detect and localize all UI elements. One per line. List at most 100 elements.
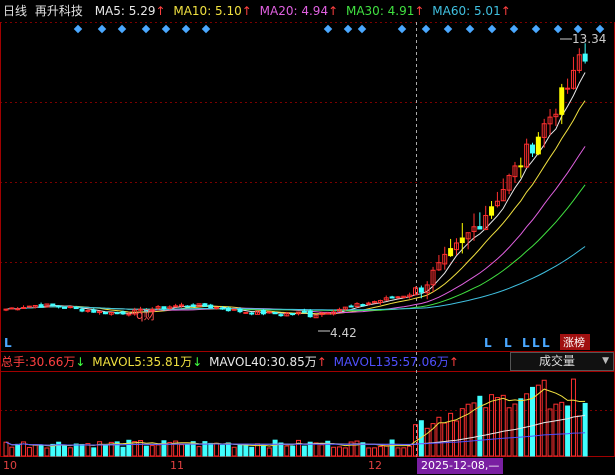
volume-bar [535, 384, 541, 457]
candle-body [85, 309, 91, 312]
volume-bar [132, 441, 138, 457]
volume-bar [524, 393, 530, 457]
candle-body [360, 304, 366, 307]
total-volume: 总手: 30.66万↓ [1, 353, 85, 371]
candle-body [477, 226, 483, 230]
volume-bar [196, 446, 202, 457]
volume-bar [331, 446, 337, 457]
candle-body [114, 312, 120, 315]
low-price-label: 4.42 [330, 326, 357, 340]
candle-body [582, 53, 588, 62]
volume-bar [442, 422, 448, 457]
candle-body [418, 287, 424, 293]
diamond-marker [343, 24, 353, 34]
volume-bar [500, 394, 506, 457]
volume-bar [243, 444, 249, 457]
diamond-marker [509, 24, 519, 34]
volume-bar [15, 443, 21, 457]
volume-bar [62, 444, 67, 457]
candle-body [15, 308, 21, 311]
diamond-marker [73, 24, 83, 34]
volume-bar [266, 447, 272, 457]
volume-bar [26, 446, 32, 457]
volume-bar [32, 444, 38, 457]
diamond-marker [117, 24, 127, 34]
candle-body [559, 87, 565, 115]
candle-body [190, 304, 196, 308]
zhangbang-label: 涨榜 [563, 335, 585, 349]
indicator-dropdown[interactable]: 成交量 ▼ [510, 352, 614, 371]
candle-body [120, 311, 126, 315]
volume-bar [126, 439, 132, 457]
volume-bar [155, 444, 161, 457]
ma5-line [5, 72, 586, 315]
diamond-marker [465, 24, 475, 34]
candle-body [3, 308, 9, 311]
diamond-marker [531, 24, 541, 34]
candle-body [459, 237, 465, 244]
volume-bar [290, 445, 296, 457]
candle-body [26, 305, 32, 308]
volume-bar [547, 408, 553, 457]
candle-body [225, 307, 231, 312]
total-volume-label: 总手: [1, 355, 30, 369]
volume-bar [354, 440, 360, 457]
volume-bar [377, 446, 383, 457]
candle-body [278, 314, 284, 317]
volume-bar [91, 447, 97, 457]
candle-body [249, 312, 255, 315]
candle-body [126, 313, 132, 316]
volume-bar [219, 444, 225, 457]
volume-bar [407, 445, 413, 457]
volume-bar [44, 447, 50, 457]
mavol5-label: MAVOL5: [92, 355, 146, 369]
volume-bar [38, 445, 44, 457]
volume-bar [465, 403, 471, 457]
volume-bar [9, 446, 15, 457]
volume-bar [453, 420, 459, 457]
candle-body [301, 310, 307, 313]
candle-body [290, 313, 296, 316]
volume-bar [102, 444, 108, 457]
mavol135-label: MAVOL135: [333, 355, 403, 369]
ma20-line [5, 146, 586, 314]
candle-body [67, 306, 73, 309]
volume-bar [79, 443, 85, 457]
volume-bar [231, 446, 237, 457]
candle-body [219, 307, 225, 310]
kline-chart-canvas[interactable]: 13.34 4.42 q财 涨榜 L L L L L L [0, 0, 615, 475]
indicator-dropdown-label: 成交量 [539, 354, 576, 368]
candle-body [565, 87, 571, 90]
volume-bar [372, 447, 378, 457]
candle-body [272, 312, 278, 315]
candle-body [79, 308, 85, 312]
caifu-label[interactable]: q财 [136, 308, 156, 322]
diamond-marker [443, 24, 453, 34]
mavol40-line [5, 414, 586, 446]
candle-body [395, 296, 401, 299]
l-marker: L [542, 336, 550, 350]
volume-bar [301, 445, 307, 457]
diamond-marker [397, 24, 407, 34]
volume-bar [120, 446, 126, 457]
candle-body [173, 305, 179, 308]
candle-body [9, 307, 15, 310]
candle-body [38, 304, 44, 308]
mavol135-line [5, 432, 586, 446]
volume-bar [149, 445, 155, 457]
candle-body [530, 144, 535, 154]
volume-bar [483, 407, 489, 457]
volume-bar [225, 442, 231, 457]
ma60-line [5, 246, 586, 311]
diamond-marker [97, 24, 107, 34]
diamond-marker [181, 24, 191, 34]
candle-body [56, 305, 62, 308]
volume-bar [319, 444, 325, 457]
volume-bar [395, 447, 401, 457]
l-marker: L [4, 336, 12, 350]
mavol5-arrow: ↓ [192, 355, 203, 369]
candle-body [208, 304, 214, 309]
mavol5-value: 35.81万 [145, 355, 193, 369]
total-volume-value: 30.66万 [29, 355, 76, 369]
candlesticks [3, 43, 588, 319]
